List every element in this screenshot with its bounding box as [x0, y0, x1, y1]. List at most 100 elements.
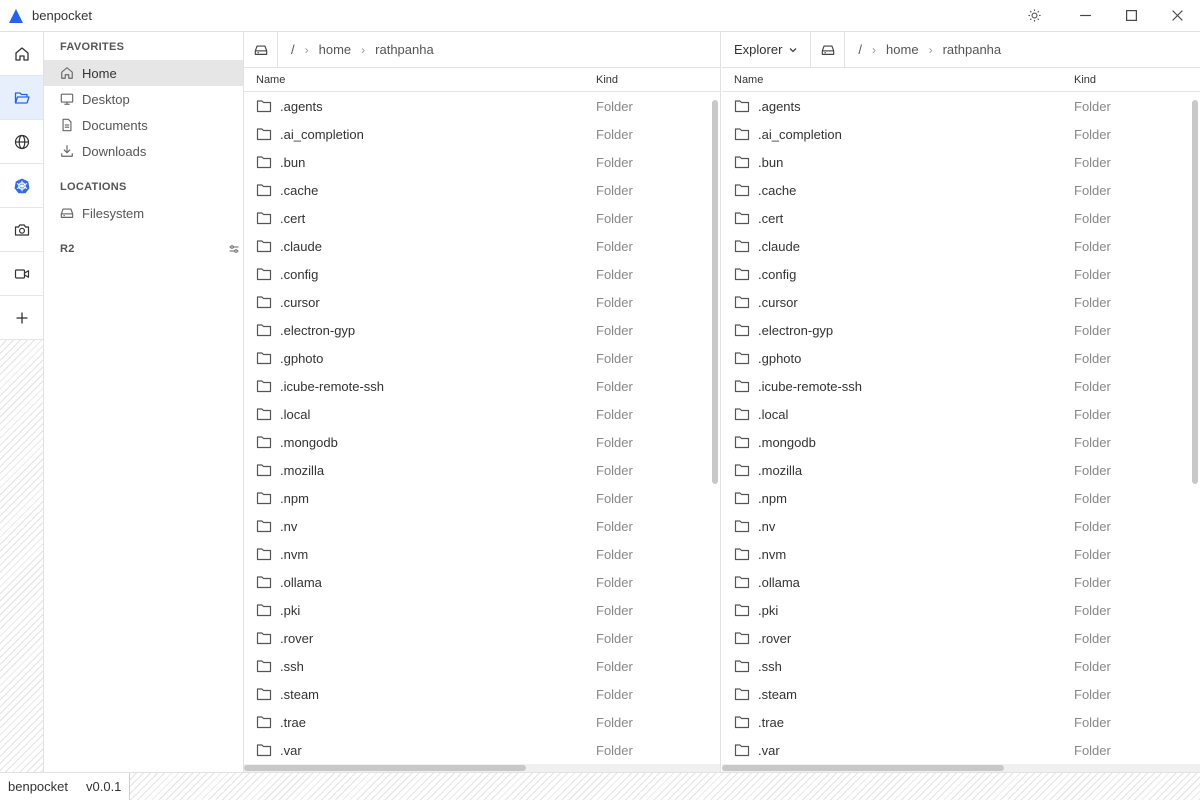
- table-row[interactable]: .icube-remote-ssh Folder: [722, 372, 1200, 400]
- table-row[interactable]: .npm Folder: [722, 484, 1200, 512]
- folder-icon: [734, 296, 750, 309]
- table-row[interactable]: .ai_completion Folder: [722, 120, 1200, 148]
- table-row[interactable]: .ollama Folder: [244, 568, 720, 596]
- breadcrumb-user[interactable]: rathpanha: [943, 42, 1002, 57]
- table-row[interactable]: .local Folder: [722, 400, 1200, 428]
- sidebar-item-downloads[interactable]: Downloads: [44, 138, 243, 164]
- file-kind: Folder: [596, 182, 633, 198]
- table-row[interactable]: .ollama Folder: [722, 568, 1200, 596]
- table-row[interactable]: .electron-gyp Folder: [244, 316, 720, 344]
- table-row[interactable]: .nvm Folder: [722, 540, 1200, 568]
- sun-icon: [1027, 9, 1041, 22]
- table-row[interactable]: .trae Folder: [722, 708, 1200, 736]
- folder-icon: [256, 408, 272, 421]
- table-row[interactable]: .rover Folder: [722, 624, 1200, 652]
- activity-add[interactable]: [0, 296, 43, 340]
- breadcrumb-user[interactable]: rathpanha: [375, 42, 434, 57]
- horizontal-scrollbar[interactable]: [244, 765, 526, 771]
- table-row[interactable]: .cert Folder: [722, 204, 1200, 232]
- table-row[interactable]: .agents Folder: [244, 92, 720, 120]
- table-row[interactable]: .mongodb Folder: [244, 428, 720, 456]
- sidebar-item-documents[interactable]: Documents: [44, 112, 243, 138]
- horizontal-scrollbar[interactable]: [722, 765, 1004, 771]
- theme-toggle-button[interactable]: [1014, 0, 1054, 32]
- table-row[interactable]: .ai_completion Folder: [244, 120, 720, 148]
- table-row[interactable]: .claude Folder: [722, 232, 1200, 260]
- favorites-heading: FAVORITES: [60, 41, 125, 53]
- file-name: .steam: [758, 686, 798, 702]
- close-button[interactable]: [1154, 0, 1200, 32]
- table-row[interactable]: .gphoto Folder: [722, 344, 1200, 372]
- table-row[interactable]: .bun Folder: [722, 148, 1200, 176]
- file-kind: Folder: [596, 490, 633, 506]
- table-row[interactable]: .mozilla Folder: [722, 456, 1200, 484]
- table-row[interactable]: .electron-gyp Folder: [722, 316, 1200, 344]
- activity-files[interactable]: [0, 76, 43, 120]
- file-kind: Folder: [1074, 630, 1111, 646]
- table-row[interactable]: .rover Folder: [244, 624, 720, 652]
- breadcrumb-home[interactable]: home: [886, 42, 919, 57]
- table-row[interactable]: .steam Folder: [722, 680, 1200, 708]
- right-drive-button[interactable]: [811, 32, 846, 67]
- file-name: .cert: [280, 210, 306, 226]
- table-row[interactable]: .claude Folder: [244, 232, 720, 260]
- breadcrumb-root[interactable]: /: [291, 42, 295, 57]
- vertical-scrollbar[interactable]: [712, 100, 718, 484]
- activity-video[interactable]: [0, 252, 43, 296]
- table-row[interactable]: .pki Folder: [722, 596, 1200, 624]
- table-row[interactable]: .ssh Folder: [244, 652, 720, 680]
- table-row[interactable]: .trae Folder: [244, 708, 720, 736]
- table-row[interactable]: .config Folder: [244, 260, 720, 288]
- view-selector-dropdown[interactable]: Explorer: [722, 32, 812, 67]
- minimize-button[interactable]: [1062, 0, 1108, 32]
- table-row[interactable]: .mozilla Folder: [244, 456, 720, 484]
- sliders-icon[interactable]: [229, 244, 239, 254]
- column-name-header[interactable]: Name: [734, 74, 763, 86]
- breadcrumb-home[interactable]: home: [319, 42, 352, 57]
- table-row[interactable]: .nv Folder: [722, 512, 1200, 540]
- file-name: .bun: [758, 154, 784, 170]
- sidebar-item-filesystem[interactable]: Filesystem: [44, 200, 243, 226]
- maximize-button[interactable]: [1108, 0, 1154, 32]
- vertical-scrollbar[interactable]: [1192, 100, 1198, 484]
- table-row[interactable]: .config Folder: [722, 260, 1200, 288]
- r2-heading-label: R2: [60, 243, 75, 255]
- activity-home[interactable]: [0, 32, 43, 76]
- table-row[interactable]: .pki Folder: [244, 596, 720, 624]
- breadcrumb-root[interactable]: /: [858, 42, 862, 57]
- activity-camera[interactable]: [0, 208, 43, 252]
- table-row[interactable]: .gphoto Folder: [244, 344, 720, 372]
- file-kind: Folder: [596, 238, 633, 254]
- table-row[interactable]: .nv Folder: [244, 512, 720, 540]
- column-kind-header[interactable]: Kind: [1074, 74, 1096, 86]
- table-row[interactable]: .nvm Folder: [244, 540, 720, 568]
- activity-kubernetes[interactable]: [0, 164, 43, 208]
- table-row[interactable]: .icube-remote-ssh Folder: [244, 372, 720, 400]
- table-row[interactable]: .agents Folder: [722, 92, 1200, 120]
- file-name: .ssh: [280, 658, 304, 674]
- table-row[interactable]: .cert Folder: [244, 204, 720, 232]
- sidebar-item-home[interactable]: Home: [44, 60, 243, 86]
- table-row[interactable]: .local Folder: [244, 400, 720, 428]
- sidebar-item-desktop[interactable]: Desktop: [44, 86, 243, 112]
- chevron-right-icon: ›: [872, 42, 877, 57]
- file-name: .agents: [280, 98, 323, 114]
- column-name-header[interactable]: Name: [256, 74, 285, 86]
- table-row[interactable]: .cache Folder: [722, 176, 1200, 204]
- table-row[interactable]: .var Folder: [722, 736, 1200, 764]
- left-drive-button[interactable]: [244, 32, 278, 67]
- table-row[interactable]: .cursor Folder: [244, 288, 720, 316]
- table-row[interactable]: .steam Folder: [244, 680, 720, 708]
- table-row[interactable]: .bun Folder: [244, 148, 720, 176]
- folder-icon: [734, 268, 750, 281]
- column-kind-header[interactable]: Kind: [596, 74, 618, 86]
- table-row[interactable]: .cache Folder: [244, 176, 720, 204]
- folder-icon: [256, 548, 272, 561]
- table-row[interactable]: .var Folder: [244, 736, 720, 764]
- activity-network[interactable]: [0, 120, 43, 164]
- table-row[interactable]: .mongodb Folder: [722, 428, 1200, 456]
- table-row[interactable]: .cursor Folder: [722, 288, 1200, 316]
- table-row[interactable]: .npm Folder: [244, 484, 720, 512]
- file-kind: Folder: [1074, 546, 1111, 562]
- table-row[interactable]: .ssh Folder: [722, 652, 1200, 680]
